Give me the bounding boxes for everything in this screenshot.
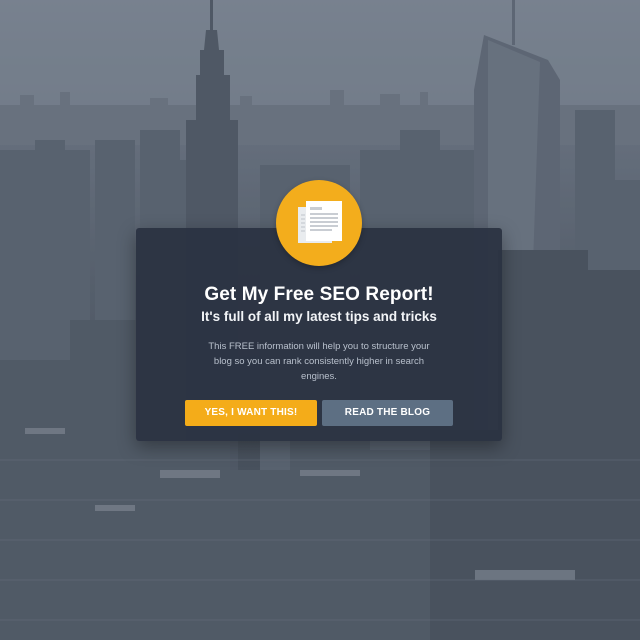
popup-description: This FREE information will help you to s…: [208, 341, 430, 382]
document-stack-icon: [298, 201, 342, 243]
report-badge: [276, 180, 362, 266]
yes-i-want-this-button[interactable]: YES, I WANT THIS!: [185, 400, 317, 426]
popup-subtitle: It's full of all my latest tips and tric…: [201, 309, 437, 324]
read-the-blog-button[interactable]: READ THE BLOG: [322, 400, 453, 426]
popup-title: Get My Free SEO Report!: [204, 284, 434, 305]
